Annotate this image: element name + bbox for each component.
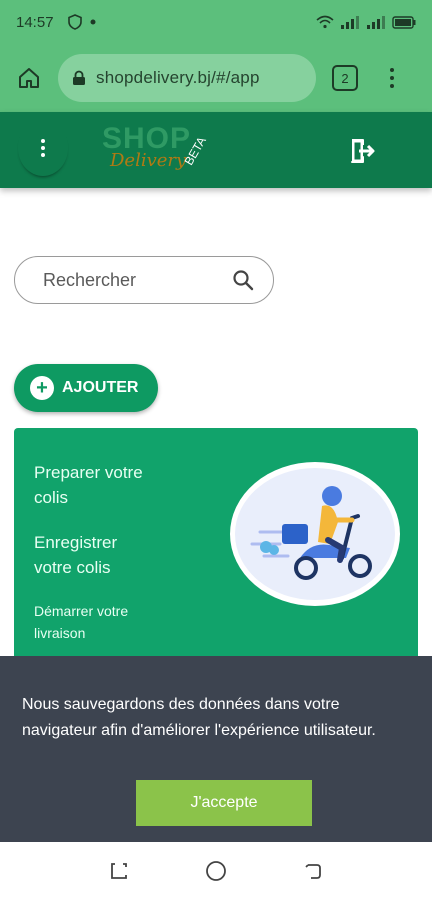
url-text: shopdelivery.bj/#/app [96,68,260,87]
accept-cookies-button[interactable]: J'accepte [136,780,312,826]
logo-delivery-text: Delivery [110,150,187,171]
steps-card: Preparer votre colis Enregistrer votre c… [14,428,418,668]
back-button[interactable] [299,857,327,885]
step-register: Enregistrer votre colis [34,533,118,577]
search-input[interactable] [43,269,213,291]
status-bar: 14:57 [0,0,432,44]
address-bar[interactable]: shopdelivery.bj/#/app [58,54,316,102]
logout-icon [351,139,375,163]
status-bar-right [316,15,416,29]
browser-menu-button[interactable] [382,59,402,97]
app-menu-button[interactable] [18,120,68,176]
home-button[interactable] [10,59,48,97]
scooter-rider-icon [235,468,395,600]
lock-icon [73,70,85,85]
shop-delivery-logo: SHOP Delivery BETA [102,122,222,182]
app-header: SHOP Delivery BETA [0,112,432,188]
add-button[interactable]: + AJOUTER [14,364,158,412]
plus-icon: + [30,376,54,400]
home-circle-icon [206,861,226,881]
signal-icon [341,16,359,29]
cookie-message: Nous sauvegardons des données dans votre… [22,696,376,739]
search-field[interactable] [14,256,274,304]
search-icon[interactable] [231,268,255,292]
recents-icon [110,863,127,879]
notification-dot-icon [90,19,96,25]
recents-button[interactable] [105,857,133,885]
home-icon [19,68,39,88]
signal-icon [367,16,385,29]
add-button-label: AJOUTER [62,379,139,396]
status-bar-left: 14:57 [16,14,98,31]
status-time: 14:57 [16,13,54,31]
back-icon [305,864,322,879]
wifi-icon [316,15,334,29]
step-prepare: Preparer votre colis [34,463,143,507]
tabs-button[interactable]: 2 [332,65,358,91]
logout-button[interactable] [348,136,378,166]
delivery-scooter-illustration [230,462,400,606]
home-nav-button[interactable] [202,857,230,885]
step-start-delivery: Démarrer votre livraison [34,603,129,641]
system-nav-bar [0,842,432,900]
browser-toolbar: shopdelivery.bj/#/app 2 [0,44,432,112]
shield-icon [67,14,82,30]
battery-icon [392,15,416,29]
